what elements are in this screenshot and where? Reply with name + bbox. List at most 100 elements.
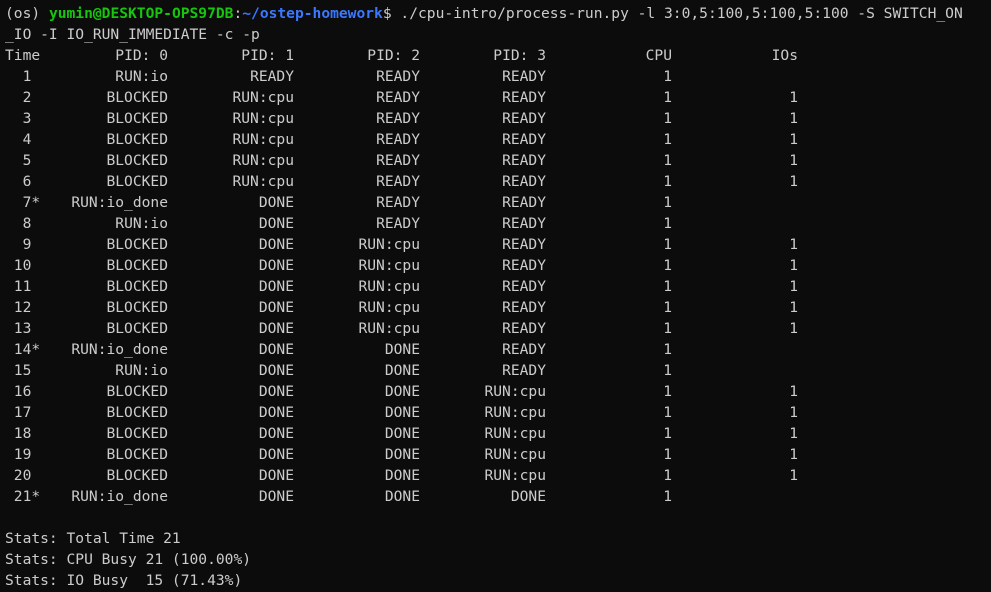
cell-pid3: READY: [502, 194, 546, 211]
cell-cpu: 1: [663, 215, 672, 232]
table-header-row: Time PID: 0 PID: 1 PID: 2 PID: 3 CPU IOs: [0, 45, 991, 66]
current-path: ~/ostep-homework: [242, 5, 383, 22]
cell-pid0: RUN:io_done: [71, 341, 168, 358]
cell-pid3: READY: [502, 131, 546, 148]
cell-pid0: BLOCKED: [106, 89, 168, 106]
cell-cpu: 1: [663, 131, 672, 148]
table-row: 21* RUN:io_done DONE DONE DONE 1: [0, 486, 991, 507]
terminal-window[interactable]: (os) yumin@DESKTOP-OPS97DB:~/ostep-homew…: [0, 0, 991, 592]
cell-pid1: DONE: [258, 194, 294, 211]
cell-pid1: DONE: [258, 467, 294, 484]
cell-cpu: 1: [663, 89, 672, 106]
cell-pid2: DONE: [384, 362, 420, 379]
cell-pid2: RUN:cpu: [358, 320, 420, 337]
cell-pid1: DONE: [258, 446, 294, 463]
cell-pid0: BLOCKED: [106, 383, 168, 400]
cell-pid2: READY: [376, 68, 420, 85]
cell-pid1: DONE: [258, 257, 294, 274]
cell-pid3: READY: [502, 236, 546, 253]
cell-pid3: READY: [502, 320, 546, 337]
cell-time: 4: [5, 131, 32, 148]
cell-cpu: 1: [663, 425, 672, 442]
cell-pid0: BLOCKED: [106, 152, 168, 169]
cell-time: 12: [5, 299, 32, 316]
cell-pid2: READY: [376, 215, 420, 232]
cell-cpu: 1: [663, 299, 672, 316]
cell-time: 1: [5, 68, 32, 85]
stats-line: Stats: CPU Busy 21 (100.00%): [5, 551, 252, 568]
table-row: 3 BLOCKED RUN:cpu READY READY 1 1: [0, 108, 991, 129]
cell-pid0: BLOCKED: [106, 320, 168, 337]
cell-time: 8: [5, 215, 32, 232]
cell-pid3: READY: [502, 278, 546, 295]
header-pid2: PID: 2: [367, 47, 420, 64]
cell-pid0: BLOCKED: [106, 110, 168, 127]
cell-pid1: DONE: [258, 488, 294, 505]
cell-ios: 1: [789, 131, 798, 148]
table-row: 2 BLOCKED RUN:cpu READY READY 1 1: [0, 87, 991, 108]
cell-pid3: READY: [502, 173, 546, 190]
cell-pid3: RUN:cpu: [484, 446, 546, 463]
cell-pid0: BLOCKED: [106, 173, 168, 190]
cell-pid1: DONE: [258, 404, 294, 421]
cell-time: 16: [5, 383, 32, 400]
header-ios: IOs: [771, 47, 798, 64]
cell-pid0: BLOCKED: [106, 299, 168, 316]
stats-line: Stats: Total Time 21: [5, 530, 181, 547]
cell-time: 3: [5, 110, 32, 127]
cell-pid1: RUN:cpu: [232, 152, 294, 169]
cell-pid3: READY: [502, 215, 546, 232]
table-row: 19 BLOCKED DONE DONE RUN:cpu 1 1: [0, 444, 991, 465]
cell-cpu: 1: [663, 320, 672, 337]
cell-ios: 1: [789, 257, 798, 274]
cell-cpu: 1: [663, 383, 672, 400]
cell-pid2: DONE: [384, 341, 420, 358]
cell-cpu: 1: [663, 446, 672, 463]
cell-time: 14*: [5, 341, 41, 358]
cell-pid3: DONE: [510, 488, 546, 505]
command-continuation-line: _IO -I IO_RUN_IMMEDIATE -c -p: [5, 24, 260, 45]
cell-ios: 1: [789, 89, 798, 106]
cell-pid0: RUN:io: [115, 362, 168, 379]
cell-pid1: RUN:cpu: [232, 89, 294, 106]
cell-time: 6: [5, 173, 32, 190]
cell-ios: 1: [789, 404, 798, 421]
prompt-symbol: $: [382, 5, 401, 22]
cell-pid0: RUN:io_done: [71, 488, 168, 505]
command-prompt-line: (os) yumin@DESKTOP-OPS97DB:~/ostep-homew…: [5, 3, 963, 24]
cell-ios: 1: [789, 446, 798, 463]
cell-pid2: RUN:cpu: [358, 236, 420, 253]
cell-cpu: 1: [663, 110, 672, 127]
cell-pid0: RUN:io_done: [71, 194, 168, 211]
cell-cpu: 1: [663, 467, 672, 484]
table-row: 8 RUN:io DONE READY READY 1: [0, 213, 991, 234]
cell-pid2: DONE: [384, 404, 420, 421]
cell-cpu: 1: [663, 68, 672, 85]
cell-ios: 1: [789, 425, 798, 442]
cell-cpu: 1: [663, 488, 672, 505]
cell-time: 5: [5, 152, 32, 169]
cell-pid3: RUN:cpu: [484, 467, 546, 484]
cell-pid0: BLOCKED: [106, 446, 168, 463]
cell-time: 19: [5, 446, 32, 463]
table-row: 14* RUN:io_done DONE DONE READY 1: [0, 339, 991, 360]
cell-pid3: RUN:cpu: [484, 383, 546, 400]
cell-pid2: DONE: [384, 425, 420, 442]
cell-cpu: 1: [663, 362, 672, 379]
cell-pid0: BLOCKED: [106, 404, 168, 421]
table-row: 4 BLOCKED RUN:cpu READY READY 1 1: [0, 129, 991, 150]
cell-pid1: DONE: [258, 320, 294, 337]
cell-pid3: READY: [502, 341, 546, 358]
cell-ios: 1: [789, 173, 798, 190]
cell-pid1: RUN:cpu: [232, 173, 294, 190]
cell-time: 9: [5, 236, 32, 253]
cell-ios: 1: [789, 467, 798, 484]
table-row: 20 BLOCKED DONE DONE RUN:cpu 1 1: [0, 465, 991, 486]
header-pid1: PID: 1: [241, 47, 294, 64]
cell-pid2: RUN:cpu: [358, 278, 420, 295]
cell-pid3: READY: [502, 362, 546, 379]
cell-pid1: DONE: [258, 425, 294, 442]
cell-pid1: READY: [250, 68, 294, 85]
cell-cpu: 1: [663, 278, 672, 295]
cell-cpu: 1: [663, 194, 672, 211]
